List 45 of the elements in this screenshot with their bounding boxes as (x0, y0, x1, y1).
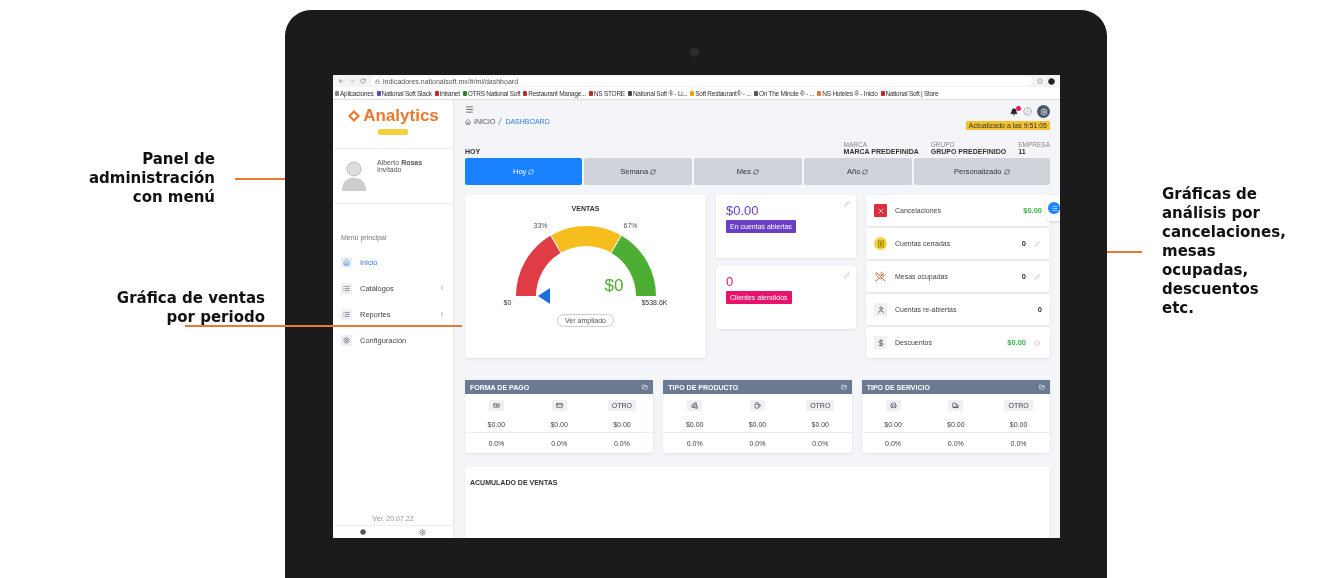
separator-icon (498, 118, 503, 125)
forward-icon[interactable] (349, 78, 355, 84)
food-icon (687, 399, 703, 411)
settings-icon[interactable] (1037, 105, 1050, 118)
summary-value: 0 (726, 274, 735, 289)
app-logo: Analytics (347, 106, 439, 126)
callout-text: Gráfica de ventas por periodo (115, 289, 265, 327)
settings-icon (341, 334, 352, 346)
info-icon[interactable] (1023, 107, 1032, 116)
list-icon (341, 308, 352, 320)
home-icon (341, 256, 352, 268)
card-icon (551, 399, 567, 411)
callout-text: Panel de administración con menú (87, 150, 215, 207)
cup-icon (750, 399, 765, 411)
list-icon (1050, 204, 1058, 212)
settings-icon[interactable] (419, 528, 427, 536)
cancel-icon (874, 204, 887, 217)
avatar-icon (341, 159, 367, 191)
list-button[interactable] (1048, 202, 1060, 214)
status-icon[interactable] (359, 529, 366, 535)
list-icon (341, 282, 352, 294)
home-icon[interactable] (465, 118, 471, 125)
reload-icon[interactable] (360, 78, 366, 84)
refresh-icon (650, 168, 657, 175)
profile-avatar-icon[interactable] (1048, 77, 1055, 85)
gauge-value: $0 (604, 276, 624, 296)
dollar-icon (874, 336, 887, 349)
utensils-icon (874, 270, 887, 283)
receipt-icon (874, 237, 887, 250)
cash-icon (488, 399, 504, 411)
callout-text: Gráficas de análisis por cancelaciones, mesas ocupadas, descuentos etc. (1162, 185, 1287, 318)
refresh-icon (528, 168, 535, 175)
menu-icon[interactable] (465, 105, 474, 114)
refresh-icon (1003, 168, 1010, 175)
refresh-icon (753, 168, 759, 175)
info-icon[interactable] (1034, 339, 1042, 346)
refresh-icon (862, 168, 869, 175)
summary-value: $0.00 (726, 203, 760, 218)
logo-badge (378, 129, 408, 135)
back-icon[interactable] (338, 78, 344, 84)
chair-icon (885, 399, 901, 411)
truck-icon (948, 399, 964, 411)
bell-icon[interactable] (1010, 107, 1018, 116)
bookmark-star-icon[interactable] (1037, 78, 1043, 84)
user-icon (874, 303, 887, 316)
